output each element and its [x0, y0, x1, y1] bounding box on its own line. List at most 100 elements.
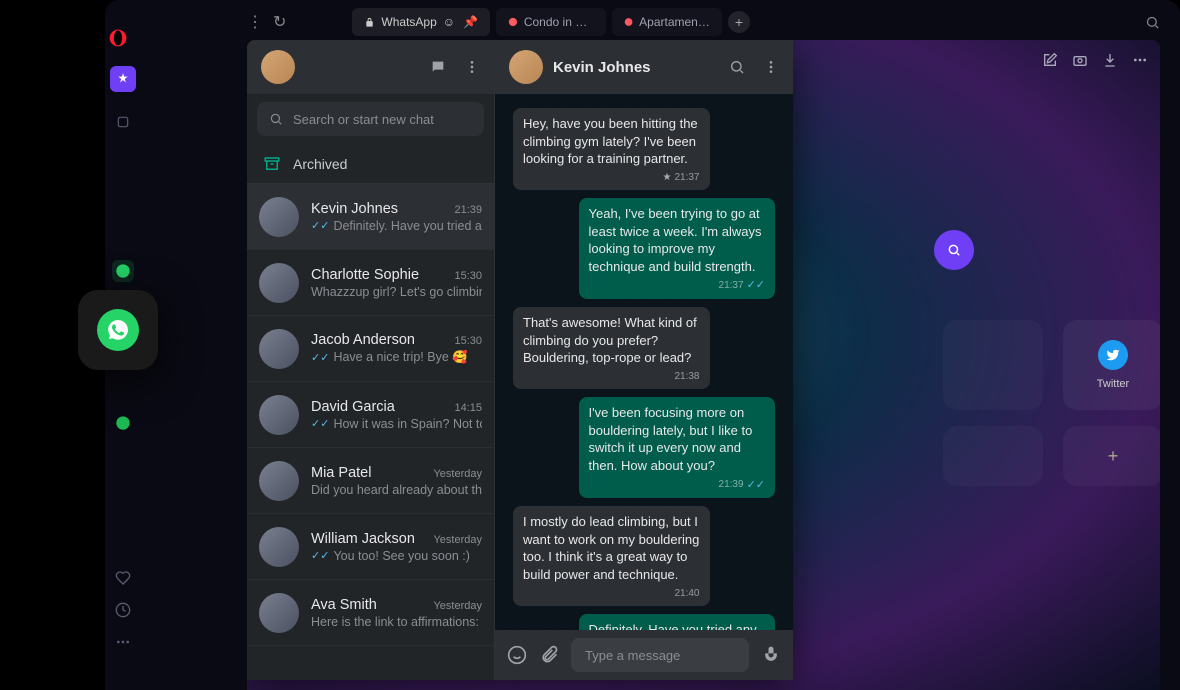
- message-in[interactable]: Hey, have you been hitting the climbing …: [513, 108, 710, 190]
- archived-row[interactable]: Archived: [247, 144, 494, 184]
- tab-active[interactable]: WhatsApp ☺ 📌: [352, 8, 490, 36]
- chat-avatar: [259, 263, 299, 303]
- lock-icon: [364, 17, 375, 28]
- page-content: Twitter + Search or start new chat: [247, 40, 1160, 690]
- speeddial-search-button[interactable]: [934, 230, 974, 270]
- new-chat-icon[interactable]: [430, 59, 446, 75]
- more-icon[interactable]: [1132, 52, 1148, 68]
- history-icon[interactable]: [115, 602, 131, 618]
- tab-item[interactable]: Condo in Barcel: [496, 8, 606, 36]
- star-icon: ★: [663, 171, 672, 185]
- chat-preview: ✓✓Definitely. Have you tried any...: [311, 219, 482, 233]
- chat-list-item[interactable]: Mia PatelYesterdayDid you heard already …: [247, 448, 494, 514]
- chat-list-item[interactable]: David Garcia14:15✓✓How it was in Spain? …: [247, 382, 494, 448]
- speeddial-tile[interactable]: [943, 320, 1043, 410]
- message-text: That's awesome! What kind of climbing do…: [523, 314, 700, 367]
- mic-icon[interactable]: [761, 645, 781, 665]
- more-icon[interactable]: [115, 634, 131, 650]
- chat-avatar: [259, 527, 299, 567]
- message-out[interactable]: Definitely. Have you tried any specific …: [579, 614, 776, 630]
- chat-avatar: [259, 593, 299, 633]
- whatsapp-panel: Search or start new chat Archived Kevin …: [247, 40, 793, 680]
- chat-time: Yesterday: [433, 600, 482, 612]
- content-toolbar: [1042, 52, 1148, 68]
- my-avatar[interactable]: [261, 50, 295, 84]
- archive-icon: [263, 155, 281, 173]
- message-out[interactable]: I've been focusing more on bouldering la…: [579, 397, 776, 498]
- chat-time: 15:30: [454, 335, 482, 347]
- chat-list-item[interactable]: Ava Smith Yesterday Here is the link to af…: [247, 580, 494, 646]
- chat-name: Mia Patel: [311, 465, 371, 481]
- opera-logo-icon[interactable]: [108, 28, 128, 48]
- chat-time: 21:39: [454, 204, 482, 216]
- heart-icon[interactable]: [115, 570, 131, 586]
- search-icon[interactable]: [729, 59, 745, 75]
- chat-avatar: [259, 395, 299, 435]
- speeddial-tile-twitter[interactable]: Twitter: [1063, 320, 1160, 410]
- contact-avatar[interactable]: [509, 50, 543, 84]
- spotify-dock-icon[interactable]: [112, 412, 134, 434]
- refresh-icon[interactable]: ↻: [273, 12, 286, 32]
- message-in[interactable]: That's awesome! What kind of climbing do…: [513, 307, 710, 389]
- message-time: 21:37 ✓✓: [589, 278, 766, 293]
- input-placeholder: Type a message: [585, 648, 680, 663]
- whatsapp-search-input[interactable]: Search or start new chat: [257, 102, 484, 136]
- chat-avatar: [259, 197, 299, 237]
- read-check-icon: ✓✓: [311, 549, 329, 562]
- whatsapp-badge: [78, 290, 158, 370]
- tab-title: WhatsApp: [381, 15, 436, 29]
- message-time: ★21:37: [523, 171, 700, 185]
- more-icon[interactable]: ⋮: [247, 12, 263, 32]
- message-text: I've been focusing more on bouldering la…: [589, 404, 766, 474]
- tab-label: Apartament in Ba: [639, 15, 710, 29]
- message-out[interactable]: Yeah, I've been trying to go at least tw…: [579, 198, 776, 299]
- twitter-icon: [1098, 340, 1128, 370]
- attach-icon[interactable]: [539, 645, 559, 665]
- speeddial-add-button[interactable]: +: [1063, 426, 1160, 486]
- message-in[interactable]: I mostly do lead climbing, but I want to…: [513, 506, 710, 606]
- download-icon[interactable]: [1102, 52, 1118, 68]
- chat-time: Yesterday: [433, 534, 482, 546]
- speeddial-label: Twitter: [1097, 378, 1129, 390]
- read-check-icon: ✓✓: [311, 351, 329, 364]
- tab-label: Condo in Barcel: [524, 15, 594, 29]
- menu-icon[interactable]: [763, 59, 779, 75]
- speeddial-tile[interactable]: [943, 426, 1043, 486]
- contact-name: Kevin Johnes: [553, 59, 651, 76]
- message-text: I mostly do lead climbing, but I want to…: [523, 513, 700, 583]
- message-input-bar: Type a message: [495, 630, 793, 680]
- archived-label: Archived: [293, 156, 347, 172]
- chat-preview: Here is the link to affirmations: ...: [311, 615, 482, 629]
- chat-name: Ava Smith: [311, 597, 377, 613]
- emoji-icon[interactable]: ☺: [443, 15, 455, 29]
- message-input[interactable]: Type a message: [571, 638, 749, 672]
- message-list: Hey, have you been hitting the climbing …: [495, 94, 793, 630]
- whatsapp-dock-icon[interactable]: [112, 260, 134, 282]
- chat-time: 14:15: [454, 402, 482, 414]
- chat-list-item[interactable]: Jacob Anderson15:30✓✓Have a nice trip! B…: [247, 316, 494, 382]
- tab-item[interactable]: Apartament in Ba: [612, 8, 722, 36]
- workspace-icon[interactable]: [111, 110, 135, 134]
- emoji-icon[interactable]: [507, 645, 527, 665]
- search-icon[interactable]: [1145, 15, 1160, 30]
- chat-list-item[interactable]: Kevin Johnes 21:39 ✓✓Definitely. Have you …: [247, 184, 494, 250]
- chat-name: Kevin Johnes: [311, 201, 398, 217]
- chat-name: Charlotte Sophie: [311, 267, 419, 283]
- browser-window: ⋮ ↻ WhatsApp ☺ 📌 Condo in Barcel Apartam…: [105, 0, 1180, 690]
- chat-avatar: [259, 329, 299, 369]
- new-tab-button[interactable]: +: [728, 11, 750, 33]
- message-text: Yeah, I've been trying to go at least tw…: [589, 205, 766, 275]
- aria-icon[interactable]: [110, 66, 136, 92]
- menu-icon[interactable]: [464, 59, 480, 75]
- message-time: 21:39 ✓✓: [589, 478, 766, 493]
- camera-icon[interactable]: [1072, 52, 1088, 68]
- chat-list-item[interactable]: William JacksonYesterday✓✓You too! See y…: [247, 514, 494, 580]
- pin-icon[interactable]: 📌: [463, 15, 478, 29]
- chat-time: Yesterday: [433, 468, 482, 480]
- edit-icon[interactable]: [1042, 52, 1058, 68]
- chat-list-item[interactable]: Charlotte Sophie15:30Whazzzup girl? Let'…: [247, 250, 494, 316]
- chat-name: David Garcia: [311, 399, 395, 415]
- whatsapp-sidebar-header: [247, 40, 494, 94]
- read-check-icon: ✓✓: [747, 478, 765, 493]
- search-icon: [269, 112, 283, 126]
